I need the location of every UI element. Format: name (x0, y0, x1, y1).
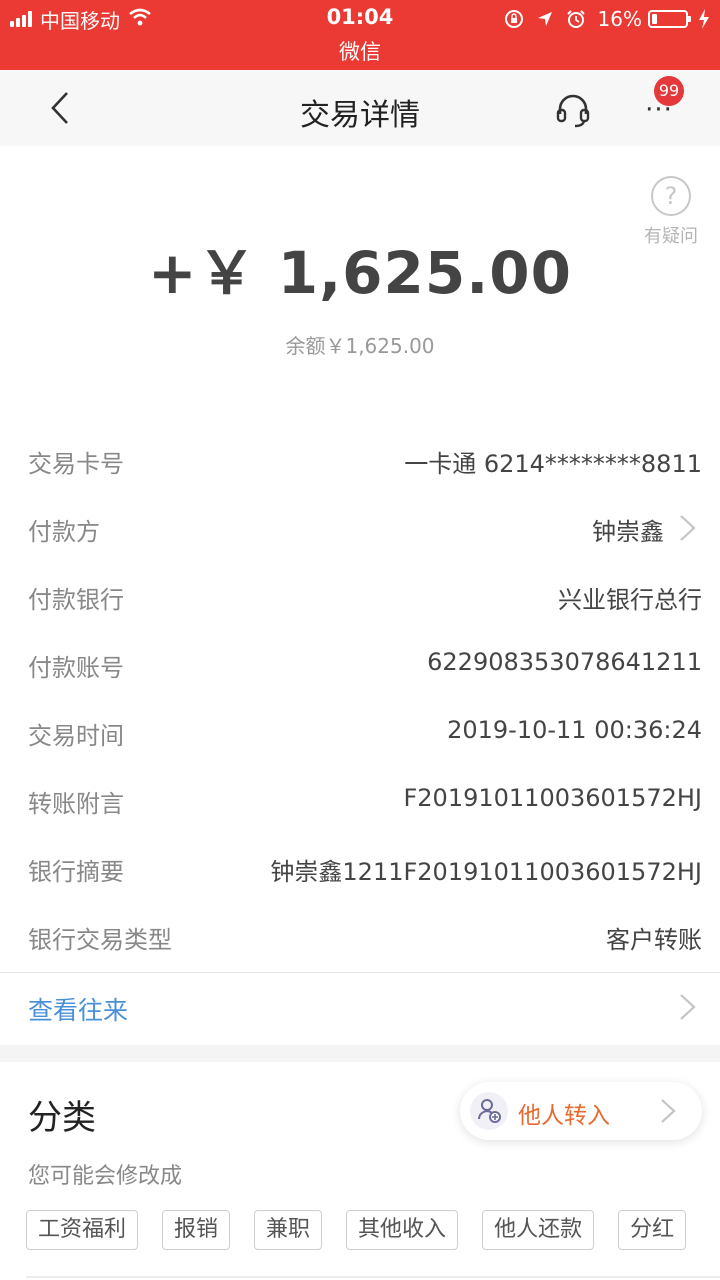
detail-row-payer-bank: 付款银行 兴业银行总行 (0, 562, 720, 630)
chevron-right-icon (680, 515, 696, 541)
detail-value: 兴业银行总行 (558, 586, 702, 614)
detail-value: 钟崇鑫 (592, 518, 664, 546)
battery-icon (648, 10, 691, 28)
alarm-icon (566, 9, 586, 29)
category-selector[interactable]: 他人转入 (460, 1082, 702, 1140)
detail-label: 转账附言 (28, 790, 124, 818)
detail-label: 付款银行 (28, 586, 124, 614)
detail-row-card-number: 交易卡号 一卡通 6214********8811 (0, 426, 720, 494)
category-tag[interactable]: 报销 (162, 1210, 231, 1250)
detail-label: 银行摘要 (28, 858, 124, 886)
category-section: 分类 他人转入 您可能会修改成 工资福利 报销 兼职 其他收入 他人还款 分红 (0, 1062, 720, 1280)
headset-icon (556, 94, 590, 128)
detail-row-payer-account: 付款账号 622908353078641211 (0, 630, 720, 698)
category-title: 分类 (28, 1098, 96, 1138)
divider (26, 1276, 720, 1278)
detail-value: 622908353078641211 (427, 648, 702, 676)
category-tag[interactable]: 他人还款 (482, 1210, 595, 1250)
detail-value: 2019-10-11 00:36:24 (447, 716, 702, 744)
category-tag[interactable]: 兼职 (254, 1210, 323, 1250)
detail-value: F20191011003601572HJ (403, 784, 702, 812)
location-icon (536, 10, 554, 28)
detail-row-remark: 转账附言 F20191011003601572HJ (0, 766, 720, 834)
detail-label: 交易时间 (28, 722, 124, 750)
category-tags: 工资福利 报销 兼职 其他收入 他人还款 分红 (26, 1210, 720, 1254)
charging-icon (698, 9, 710, 29)
view-history-label: 查看往来 (28, 996, 129, 1025)
chevron-right-icon (661, 1099, 676, 1123)
page-title: 交易详情 (300, 98, 420, 133)
category-tag[interactable]: 分红 (618, 1210, 687, 1250)
category-hint: 您可能会修改成 (28, 1164, 183, 1189)
notification-badge: 99 (654, 76, 684, 106)
detail-row-time: 交易时间 2019-10-11 00:36:24 (0, 698, 720, 766)
amount-card: ? 有疑问 +￥ 1,625.00 余额￥1,625.00 交易卡号 一卡通 6… (0, 146, 720, 973)
status-right: 16% (492, 6, 710, 32)
detail-value: 客户转账 (606, 926, 702, 954)
detail-label: 付款账号 (28, 654, 124, 682)
category-tag[interactable]: 其他收入 (346, 1210, 459, 1250)
rotation-lock-icon (504, 9, 524, 29)
category-tag[interactable]: 工资福利 (26, 1210, 139, 1250)
detail-label: 交易卡号 (28, 450, 124, 478)
detail-value: 钟崇鑫1211F20191011003601572HJ (270, 858, 702, 886)
detail-value: 一卡通 6214********8811 (404, 450, 702, 478)
transaction-amount: +￥ 1,625.00 (148, 239, 572, 307)
category-selected: 他人转入 (518, 1103, 610, 1129)
question-icon: ? (651, 176, 691, 216)
detail-label: 付款方 (28, 518, 100, 546)
customer-service-button[interactable] (553, 90, 593, 130)
detail-row-payer[interactable]: 付款方 钟崇鑫 (0, 494, 720, 562)
detail-row-transaction-type: 银行交易类型 客户转账 (0, 902, 720, 970)
status-bar: 中国移动 01:04 微信 16% (0, 0, 720, 70)
view-history-button[interactable]: 查看往来 (0, 973, 720, 1045)
status-app-name: 微信 (339, 40, 381, 64)
detail-row-bank-summary: 银行摘要 钟崇鑫1211F20191011003601572HJ (0, 834, 720, 902)
chevron-right-icon (680, 994, 696, 1020)
person-transfer-icon (470, 1092, 508, 1130)
detail-label: 银行交易类型 (28, 926, 172, 954)
nav-bar: 交易详情 ··· (0, 70, 720, 146)
battery-percent: 16% (597, 7, 642, 31)
balance-text: 余额￥1,625.00 (285, 334, 435, 358)
